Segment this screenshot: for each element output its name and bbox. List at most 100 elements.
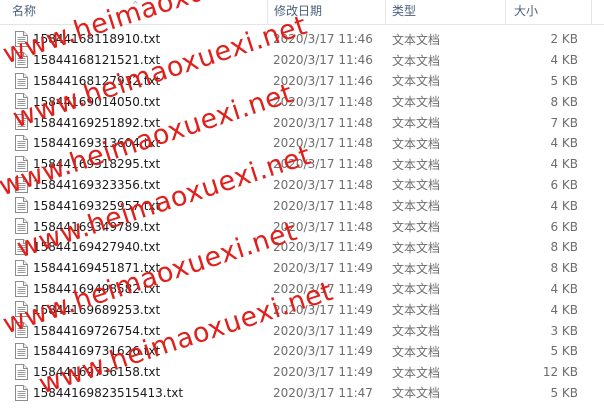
column-header-size-label: 大小 <box>514 4 539 18</box>
file-modified-date: 2020/3/17 11:48 <box>273 198 373 213</box>
text-file-icon <box>15 93 28 110</box>
file-row[interactable]: 15844169318295.txt 2020/3/17 11:48 文本文档 4 K… <box>0 154 604 175</box>
file-modified-date: 2020/3/17 11:49 <box>273 261 373 276</box>
file-size: 2 KB <box>550 32 578 47</box>
file-modified-date: 2020/3/17 11:49 <box>273 302 373 317</box>
file-type: 文本文档 <box>392 199 441 214</box>
file-type: 文本文档 <box>392 136 441 151</box>
file-name: 15844169325957.txt <box>33 198 161 213</box>
text-file-icon <box>15 134 28 151</box>
column-header-name[interactable]: ^ 名称 <box>0 0 268 24</box>
column-header-type[interactable]: 类型 <box>386 0 506 24</box>
file-size: 3 KB <box>550 323 578 338</box>
file-modified-date: 2020/3/17 11:49 <box>273 344 373 359</box>
file-size: 8 KB <box>550 261 578 276</box>
file-modified-date: 2020/3/17 11:48 <box>273 219 373 234</box>
file-type: 文本文档 <box>392 282 441 297</box>
file-type: 文本文档 <box>392 324 441 339</box>
file-row[interactable]: 15844169731626.txt 2020/3/17 11:49 文本文档 5 K… <box>0 341 604 362</box>
file-row[interactable]: 15844169251892.txt 2020/3/17 11:48 文本文档 7 K… <box>0 112 604 133</box>
file-name: 15844168121521.txt <box>33 53 161 68</box>
file-row[interactable]: 15844169427940.txt 2020/3/17 11:49 文本文档 8 K… <box>0 237 604 258</box>
file-explorer-details-view: ^ 名称 修改日期 类型 大小 15844168118910.txt 2020/3… <box>0 0 604 412</box>
file-size: 4 KB <box>550 198 578 213</box>
file-size: 6 KB <box>550 177 578 192</box>
text-file-icon <box>15 197 28 214</box>
file-name: 15844169731626.txt <box>33 344 161 359</box>
column-header-size[interactable]: 大小 <box>506 0 592 24</box>
file-modified-date: 2020/3/17 11:49 <box>273 240 373 255</box>
file-modified-date: 2020/3/17 11:46 <box>273 32 373 47</box>
file-row[interactable]: 15844169323356.txt 2020/3/17 11:48 文本文档 6 K… <box>0 175 604 196</box>
file-type: 文本文档 <box>392 74 441 89</box>
text-file-icon <box>15 31 28 47</box>
text-file-icon <box>15 322 28 339</box>
file-name: 15844169498582.txt <box>33 281 161 296</box>
text-file-icon <box>15 72 28 89</box>
file-type: 文本文档 <box>392 220 441 235</box>
file-modified-date: 2020/3/17 11:47 <box>273 385 373 400</box>
file-row[interactable]: 15844169823515413.txt 2020/3/17 11:47 文本文档… <box>0 383 604 404</box>
file-row[interactable]: 15844168127932.txt 2020/3/17 11:46 文本文档 5 K… <box>0 71 604 92</box>
file-name: 15844169726754.txt <box>33 323 161 338</box>
file-size: 8 KB <box>550 94 578 109</box>
file-size: 4 KB <box>550 136 578 151</box>
file-size: 5 KB <box>550 344 578 359</box>
file-row[interactable]: 15844168121521.txt 2020/3/17 11:46 文本文档 4 K… <box>0 50 604 71</box>
file-name: 15844169313604.txt <box>33 136 161 151</box>
sort-caret-icon: ^ <box>132 0 139 9</box>
file-modified-date: 2020/3/17 11:49 <box>273 281 373 296</box>
file-type: 文本文档 <box>392 95 441 110</box>
file-type: 文本文档 <box>392 116 441 131</box>
file-size: 6 KB <box>550 219 578 234</box>
file-modified-date: 2020/3/17 11:49 <box>273 323 373 338</box>
file-name: 15844168118910.txt <box>33 32 161 47</box>
file-type: 文本文档 <box>392 365 441 380</box>
text-file-icon <box>15 259 28 276</box>
file-modified-date: 2020/3/17 11:48 <box>273 115 373 130</box>
file-type: 文本文档 <box>392 157 441 172</box>
file-row[interactable]: 15844169451871.txt 2020/3/17 11:49 文本文档 8 K… <box>0 258 604 279</box>
file-size: 4 KB <box>550 53 578 68</box>
column-header-date[interactable]: 修改日期 <box>268 0 386 24</box>
column-header-type-label: 类型 <box>392 4 417 18</box>
file-size: 5 KB <box>550 73 578 88</box>
file-type: 文本文档 <box>392 240 441 255</box>
file-modified-date: 2020/3/17 11:49 <box>273 365 373 380</box>
file-row[interactable]: 15844169325957.txt 2020/3/17 11:48 文本文档 4 K… <box>0 195 604 216</box>
file-type: 文本文档 <box>392 386 441 401</box>
file-row[interactable]: 15844168118910.txt 2020/3/17 11:46 文本文档 2 K… <box>0 29 604 50</box>
file-size: 4 KB <box>550 302 578 317</box>
file-size: 7 KB <box>550 115 578 130</box>
file-name: 15844169318295.txt <box>33 157 161 172</box>
file-modified-date: 2020/3/17 11:46 <box>273 53 373 68</box>
file-row[interactable]: 15844169726754.txt 2020/3/17 11:49 文本文档 3 K… <box>0 320 604 341</box>
file-row[interactable]: 15844169313604.txt 2020/3/17 11:48 文本文档 4 K… <box>0 133 604 154</box>
file-type: 文本文档 <box>392 32 441 47</box>
file-modified-date: 2020/3/17 11:48 <box>273 94 373 109</box>
file-row[interactable]: 15844169014050.txt 2020/3/17 11:48 文本文档 8 K… <box>0 91 604 112</box>
text-file-icon <box>15 51 28 68</box>
text-file-icon <box>15 384 28 401</box>
file-size: 5 KB <box>550 385 578 400</box>
column-header-name-label: 名称 <box>12 4 37 18</box>
text-file-icon <box>15 342 28 359</box>
file-size: 4 KB <box>550 157 578 172</box>
file-name: 15844169014050.txt <box>33 94 161 109</box>
text-file-icon <box>15 155 28 172</box>
file-size: 8 KB <box>550 240 578 255</box>
file-row[interactable]: 15844169498582.txt 2020/3/17 11:49 文本文档 4 K… <box>0 279 604 300</box>
text-file-icon <box>15 301 28 318</box>
file-row[interactable]: 15844169689253.txt 2020/3/17 11:49 文本文档 4 K… <box>0 299 604 320</box>
file-modified-date: 2020/3/17 11:48 <box>273 177 373 192</box>
file-modified-date: 2020/3/17 11:46 <box>273 73 373 88</box>
file-type: 文本文档 <box>392 303 441 318</box>
file-row[interactable]: 15844169349789.txt 2020/3/17 11:48 文本文档 6 K… <box>0 216 604 237</box>
file-type: 文本文档 <box>392 53 441 68</box>
file-size: 4 KB <box>550 281 578 296</box>
file-size: 12 KB <box>542 365 578 380</box>
file-name: 15844169427940.txt <box>33 240 161 255</box>
file-row[interactable]: 15844169736158.txt 2020/3/17 11:49 文本文档 12 … <box>0 362 604 383</box>
file-type: 文本文档 <box>392 261 441 276</box>
file-name: 15844169689253.txt <box>33 302 161 317</box>
